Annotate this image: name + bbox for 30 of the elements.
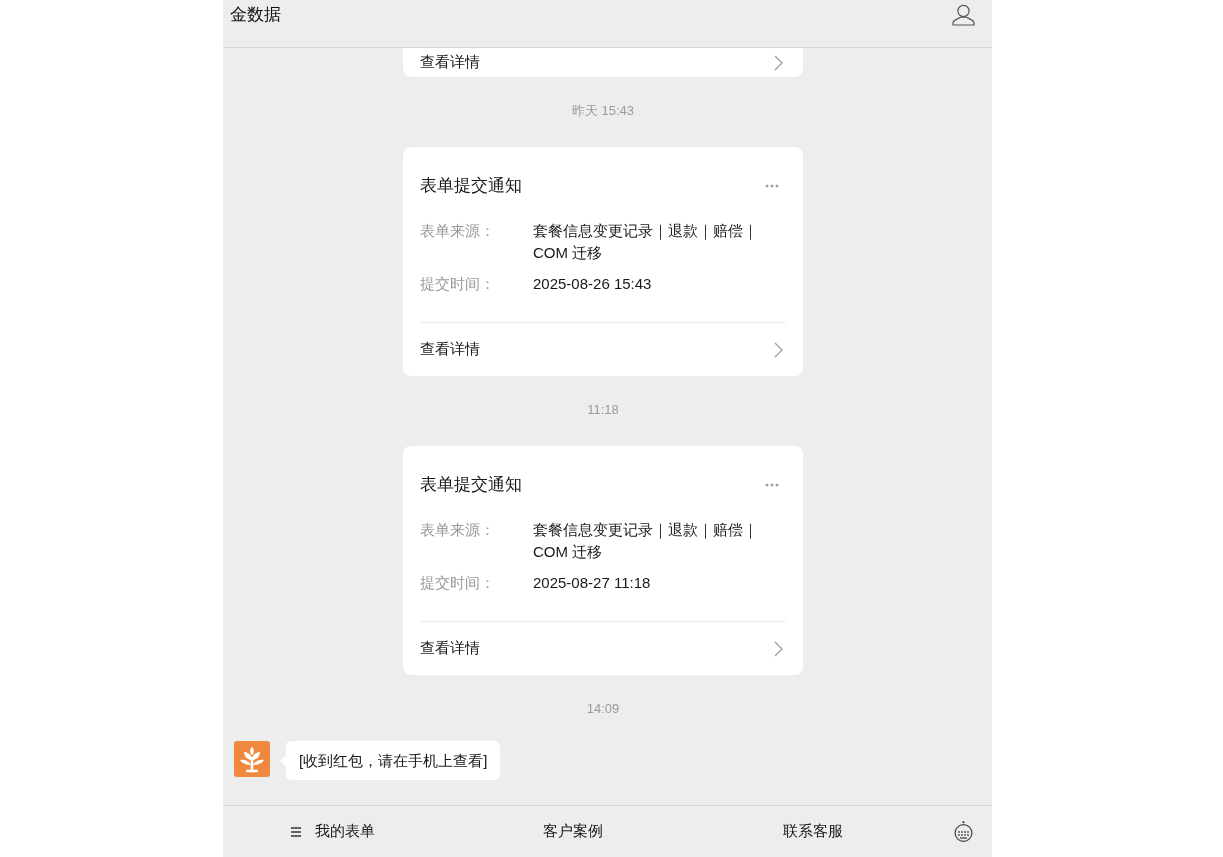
view-details-link[interactable]: 查看详情 bbox=[420, 323, 786, 376]
menu-button[interactable]: 我的表单 bbox=[223, 806, 443, 857]
field-value: 套餐信息变更记录｜退款｜赔偿｜COM 迁移 bbox=[533, 520, 759, 562]
field-value: 套餐信息变更记录｜退款｜赔偿｜COM 迁移 bbox=[533, 221, 759, 263]
message-time: 昨天 15:43 bbox=[571, 102, 635, 120]
chat-title: 金数据 bbox=[230, 5, 281, 25]
person-icon[interactable] bbox=[952, 4, 975, 26]
card-title: 表单提交通知 bbox=[420, 175, 522, 197]
message-bubble: [收到红包，请在手机上查看] bbox=[280, 741, 501, 780]
menu-button[interactable]: 客户案例 bbox=[463, 806, 683, 857]
more-icon[interactable] bbox=[765, 184, 779, 188]
field-label: 表单来源： bbox=[420, 221, 496, 241]
field-value: 2025-08-27 11:18 bbox=[533, 573, 652, 593]
field-label: 提交时间： bbox=[420, 573, 496, 593]
field-label: 提交时间： bbox=[420, 274, 496, 294]
field-label: 表单来源： bbox=[420, 520, 496, 540]
more-icon[interactable] bbox=[765, 483, 779, 487]
view-details-link[interactable]: 查看详情 bbox=[420, 48, 786, 77]
chevron-right-icon bbox=[774, 54, 783, 71]
keyboard-icon[interactable] bbox=[953, 821, 973, 842]
chevron-right-icon bbox=[774, 341, 783, 358]
sprout-avatar-icon bbox=[234, 741, 270, 777]
menu-button[interactable]: 联系客服 bbox=[703, 806, 923, 857]
chevron-right-icon bbox=[774, 640, 783, 657]
message-time: 14:09 bbox=[586, 700, 620, 718]
field-value: 2025-08-26 15:43 bbox=[533, 274, 653, 294]
menu-icon bbox=[291, 826, 301, 837]
view-details-link[interactable]: 查看详情 bbox=[420, 622, 786, 675]
card-title: 表单提交通知 bbox=[420, 474, 522, 496]
message-time: 11:18 bbox=[587, 401, 619, 419]
